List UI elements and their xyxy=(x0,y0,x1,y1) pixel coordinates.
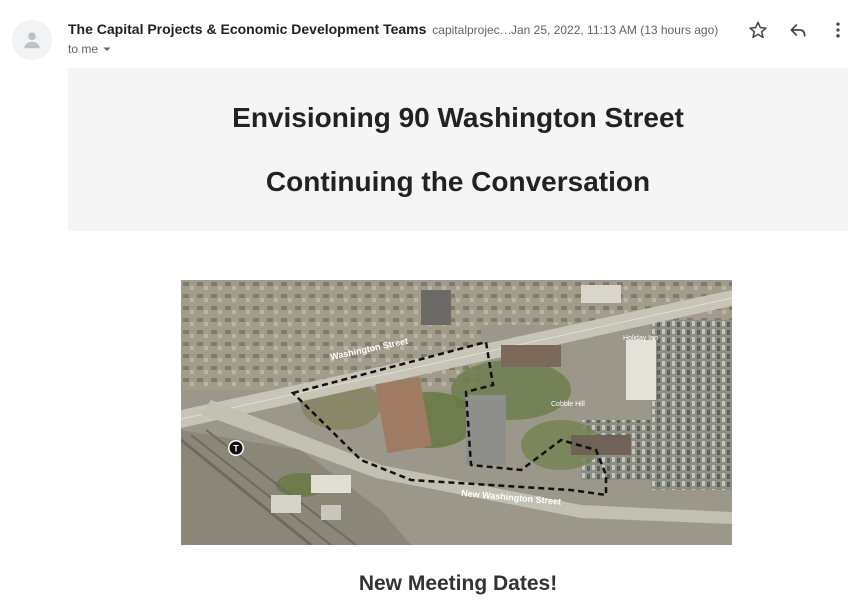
sender-name[interactable]: The Capital Projects & Economic Developm… xyxy=(68,21,426,37)
banner-subtitle: Continuing the Conversation xyxy=(265,166,651,197)
sender-avatar[interactable] xyxy=(12,20,52,60)
more-options-button[interactable] xyxy=(826,18,850,42)
more-vert-icon xyxy=(836,22,840,38)
recipient-label: to me xyxy=(68,42,99,56)
person-icon xyxy=(24,32,40,49)
recipient-details-toggle[interactable]: to me xyxy=(68,42,112,56)
reply-button[interactable] xyxy=(786,18,810,42)
star-button[interactable] xyxy=(746,18,770,42)
reply-icon xyxy=(790,24,806,37)
map-label-cobble-hill: Cobble Hill xyxy=(551,401,585,408)
banner-title: Envisioning 90 Washington Street xyxy=(232,102,684,133)
meeting-dates-heading: New Meeting Dates! xyxy=(358,572,558,595)
email-banner: Envisioning 90 Washington Street Continu… xyxy=(68,68,848,231)
sender-line: The Capital Projects & Economic Developm… xyxy=(68,21,512,37)
sender-email[interactable]: capitalprojec… xyxy=(432,23,511,37)
caret-down-icon xyxy=(103,47,111,51)
transit-marker-label: T xyxy=(233,444,239,454)
star-icon xyxy=(749,21,767,39)
email-date: Jan 25, 2022, 11:13 AM (13 hours ago) xyxy=(511,23,719,37)
map-label-holiday-inn: Holiday Inn xyxy=(623,335,658,342)
aerial-site-map: Washington Street New Washington Street … xyxy=(181,280,732,545)
aerial-map-graphic: Washington Street New Washington Street … xyxy=(181,280,732,545)
email-view: The Capital Projects & Economic Developm… xyxy=(0,0,859,606)
